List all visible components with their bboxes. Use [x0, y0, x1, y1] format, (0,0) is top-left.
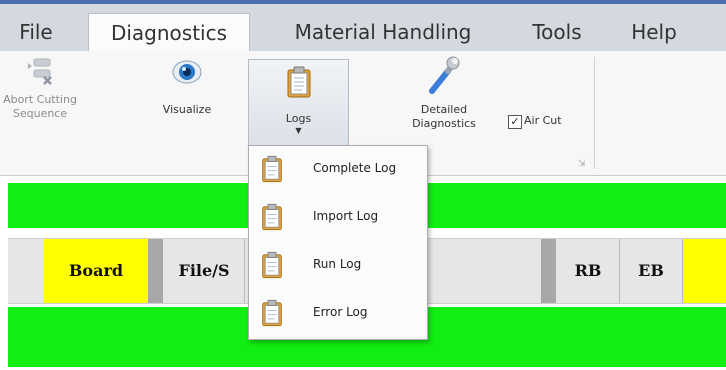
logs-label: Logs	[285, 112, 312, 125]
abort-cutting-sequence-button[interactable]: Abort Cutting Sequence	[0, 57, 80, 121]
menu-item-error-log[interactable]: Error Log	[249, 290, 427, 338]
menu-item-label: Error Log	[313, 305, 368, 319]
detailed-label-line2: Diagnostics	[412, 117, 476, 130]
column-file[interactable]: File/S	[164, 239, 245, 303]
visualize-button[interactable]: Visualize	[147, 57, 227, 117]
menu-item-run-log[interactable]: Run Log	[249, 242, 427, 290]
menu-bar: File Diagnostics Material Handling Tools…	[0, 4, 726, 52]
menu-item-label: Run Log	[313, 257, 362, 271]
column-highlight[interactable]	[683, 239, 726, 303]
abort-sequence-icon	[28, 58, 52, 85]
menu-item-complete-log[interactable]: Complete Log	[249, 146, 427, 194]
logs-button[interactable]: Logs ▼	[248, 59, 349, 146]
logs-dropdown-menu: Complete Log Import Log Run Log Error Lo…	[248, 145, 428, 340]
menu-item-label: Import Log	[313, 209, 379, 223]
column-eb[interactable]: EB	[620, 239, 683, 303]
group-dialog-launcher[interactable]: ⇲	[578, 159, 586, 169]
group-separator	[594, 57, 595, 169]
menu-help[interactable]: Help	[614, 13, 694, 51]
menu-diagnostics[interactable]: Diagnostics	[88, 13, 250, 52]
eye-icon	[172, 60, 202, 84]
abort-label-line1: Abort Cutting	[3, 93, 77, 106]
clipboard-icon	[262, 203, 282, 231]
detailed-label-line1: Detailed	[420, 103, 468, 116]
column-separator	[148, 239, 163, 303]
menu-item-import-log[interactable]: Import Log	[249, 194, 427, 242]
menu-tools[interactable]: Tools	[512, 13, 602, 51]
clipboard-icon	[262, 155, 282, 183]
wrench-icon	[429, 56, 460, 94]
abort-label-line2: Sequence	[12, 107, 68, 120]
detailed-diagnostics-button[interactable]: Detailed Diagnostics	[392, 55, 496, 131]
column-board[interactable]: Board	[44, 239, 149, 303]
column-separator	[541, 239, 556, 303]
menu-material-handling[interactable]: Material Handling	[268, 13, 498, 51]
air-cut-label: Air Cut	[524, 114, 562, 127]
menu-file[interactable]: File	[8, 13, 64, 51]
clipboard-icon	[262, 251, 282, 279]
menu-item-label: Complete Log	[313, 161, 397, 175]
visualize-label: Visualize	[162, 103, 212, 116]
clipboard-icon	[287, 66, 310, 98]
chevron-down-icon: ▼	[295, 126, 302, 135]
clipboard-icon	[262, 299, 282, 327]
air-cut-checkbox[interactable]: ✓	[508, 115, 522, 129]
column-rb[interactable]: RB	[557, 239, 620, 303]
